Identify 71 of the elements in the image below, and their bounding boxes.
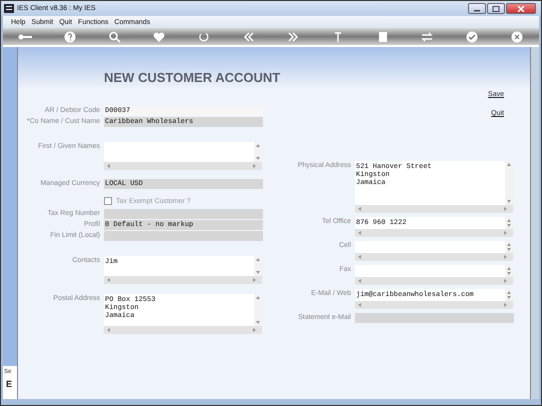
scroll-up-icon[interactable] <box>507 291 511 294</box>
vertical-scrollbar[interactable] <box>254 256 262 276</box>
scroll-down-icon[interactable] <box>507 224 511 227</box>
close-button[interactable] <box>506 3 536 14</box>
scroll-up-icon[interactable] <box>256 258 260 261</box>
scroll-up-icon[interactable] <box>256 296 260 299</box>
scroll-up-icon[interactable] <box>507 243 511 246</box>
text-field[interactable] <box>355 313 514 323</box>
vertical-scrollbar[interactable] <box>505 289 513 301</box>
search-icon[interactable] <box>108 30 122 42</box>
scroll-left-icon[interactable] <box>358 255 361 259</box>
scroll-left-icon[interactable] <box>107 328 110 332</box>
horizontal-scrollbar[interactable] <box>355 229 513 237</box>
scroll-down-icon[interactable] <box>507 200 511 203</box>
scroll-up-icon[interactable] <box>507 267 511 270</box>
vertical-scrollbar[interactable] <box>505 161 513 205</box>
minimize-button[interactable] <box>468 3 486 14</box>
text-field[interactable] <box>104 209 263 219</box>
vertical-scrollbar[interactable] <box>505 217 513 229</box>
scroll-down-icon[interactable] <box>507 296 511 299</box>
check-icon[interactable] <box>464 30 479 42</box>
horizontal-scrollbar[interactable] <box>355 253 513 261</box>
refresh-icon[interactable] <box>196 30 211 42</box>
scroll-down-icon[interactable] <box>507 248 511 251</box>
horizontal-scrollbar[interactable] <box>355 277 513 285</box>
side-panel-label: E <box>5 379 14 389</box>
scroll-right-icon[interactable] <box>504 231 507 235</box>
vertical-scrollbar[interactable] <box>505 241 513 253</box>
horizontal-scrollbar[interactable] <box>104 276 262 284</box>
scroll-down-icon[interactable] <box>256 157 260 160</box>
scroll-right-icon[interactable] <box>504 279 507 283</box>
heart-icon[interactable] <box>152 30 166 42</box>
text-field[interactable] <box>104 231 263 241</box>
text-field[interactable] <box>355 265 505 277</box>
horizontal-scrollbar[interactable] <box>355 205 513 213</box>
vertical-scrollbar[interactable] <box>254 294 262 326</box>
horizontal-scrollbar[interactable] <box>104 326 262 334</box>
text-field[interactable] <box>355 241 505 253</box>
scroll-up-icon[interactable] <box>507 219 511 222</box>
scroll-up-icon[interactable] <box>256 144 260 147</box>
arrows-icon[interactable] <box>420 30 434 42</box>
horizontal-scrollbar[interactable] <box>355 301 513 309</box>
scroll-right-icon[interactable] <box>504 207 507 211</box>
horizontal-scrollbar[interactable] <box>104 162 262 170</box>
scroll-left-icon[interactable] <box>358 303 361 307</box>
scroll-right-icon[interactable] <box>253 328 256 332</box>
scroll-left-icon[interactable] <box>107 164 110 168</box>
scroll-left-icon[interactable] <box>358 279 361 283</box>
scroll-right-icon[interactable] <box>504 255 507 259</box>
scroll-left-icon[interactable] <box>107 278 110 282</box>
scroll-down-icon[interactable] <box>256 321 260 324</box>
scroll-right-icon[interactable] <box>504 303 507 307</box>
app-icon <box>4 4 14 13</box>
scroll-right-icon[interactable] <box>253 164 256 168</box>
scroll-up-icon[interactable] <box>507 163 511 166</box>
double-right-chevron-icon[interactable] <box>286 30 300 42</box>
double-left-chevron-icon[interactable] <box>242 30 256 42</box>
close-icon <box>517 6 525 12</box>
scroll-down-icon[interactable] <box>507 272 511 275</box>
scroll-left-icon[interactable] <box>358 207 361 211</box>
vertical-scrollbar[interactable] <box>505 265 513 277</box>
help-icon[interactable] <box>62 30 77 42</box>
vertical-scrollbar[interactable] <box>254 142 262 162</box>
maximize-button[interactable] <box>487 3 505 14</box>
maximize-icon <box>492 6 500 12</box>
checkbox[interactable] <box>104 197 112 205</box>
form-title: NEW CUSTOMER ACCOUNT <box>104 70 280 85</box>
scroll-left-icon[interactable] <box>358 231 361 235</box>
close-icon[interactable] <box>510 30 524 42</box>
scroll-right-icon[interactable] <box>253 278 256 282</box>
scroll-down-icon[interactable] <box>256 271 260 274</box>
